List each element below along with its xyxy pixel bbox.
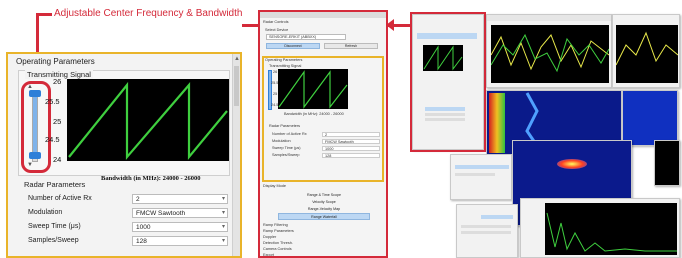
device-select[interactable]: SENSORE-ERKIT (ABBXX) [266, 34, 346, 40]
slider-range-fill [33, 97, 37, 152]
device-value: SENSORE-ERKIT (ABBXX) [269, 35, 317, 39]
range-waterfall-button[interactable]: Range Waterfall [278, 213, 370, 220]
connector-line [242, 24, 258, 27]
slider-lower-handle[interactable] [29, 152, 41, 159]
mini-samples-select[interactable]: 128 [322, 153, 380, 158]
select-device-label: Select Device [265, 28, 289, 32]
param-name: Modulation [28, 209, 63, 216]
param-value: 128 [136, 238, 147, 245]
chevron-down-icon: ▾ [221, 224, 225, 230]
mini-sawtooth-waveform [278, 70, 348, 109]
section-export[interactable]: Export [263, 253, 274, 256]
disconnect-button[interactable]: Disconnect [266, 43, 320, 49]
operating-parameters-title: Operating Parameters [16, 57, 95, 66]
param-name: Sweep Time (μs) [28, 223, 81, 230]
signal-plot: 26 25.5 25 24.5 24 Bandwidth (in MHz): 2… [45, 77, 229, 182]
secondary-scope-window [612, 14, 680, 88]
mini-param-name: Modulation [272, 139, 291, 143]
mini-param-value: 2 [325, 133, 328, 137]
section-doppler[interactable]: Doppler [263, 235, 276, 239]
param-row-sweep-time: Sweep Time (μs) 1000 ▾ [28, 222, 228, 233]
heatmap-window [622, 90, 678, 146]
sweep-time-select[interactable]: 1000 ▾ [132, 222, 228, 232]
display-mode-heading: Display Mode [263, 184, 287, 188]
modulation-select[interactable]: FMCW Sawtooth ▾ [132, 208, 228, 218]
mini-param-name: Samples/Sweep [272, 153, 300, 157]
annotation-line-horizontal [38, 13, 52, 16]
param-row-active-rx: Number of Active Rx 2 ▾ [28, 194, 228, 205]
mini-param-value: 1000 [325, 147, 334, 151]
param-row-samples: Samples/Sweep 128 ▾ [28, 236, 228, 247]
param-value: 2 [136, 196, 140, 203]
active-rx-select[interactable]: 2 ▾ [132, 194, 228, 204]
mini-sawtooth-plot [278, 69, 348, 109]
transmitting-signal-group: Transmitting Signal ▲ ▼ 26 25.5 25 24.5 … [18, 70, 230, 182]
scroll-thumb[interactable] [234, 66, 239, 106]
mini-param-value: FMCW Sawtooth [325, 140, 354, 144]
settings-dialog-small [450, 154, 512, 200]
param-name: Number of Active Rx [28, 195, 92, 202]
mini-modulation-select[interactable]: FMCW Sawtooth [322, 139, 380, 144]
mini-sweep-select[interactable]: 1000 [322, 146, 380, 151]
sawtooth-waveform [68, 81, 228, 161]
chevron-down-icon: ▾ [221, 238, 225, 244]
annotation-text: Adjustable Center Frequency & Bandwidth [54, 8, 243, 19]
scroll-up-icon[interactable]: ▲ [234, 56, 240, 62]
scope-window-corner [654, 140, 680, 186]
slider-down-icon[interactable]: ▼ [27, 162, 33, 168]
radar-controls-panel: Radar Controls Select Device SENSORE-ERK… [258, 10, 388, 258]
param-row-modulation: Modulation FMCW Sawtooth ▾ [28, 208, 228, 219]
range-time-scope-window [486, 14, 612, 88]
param-value: 1000 [136, 224, 151, 231]
y-tick-label: 24 [53, 155, 62, 164]
spectrum-window [520, 198, 680, 258]
connector-arrow-icon [386, 19, 394, 31]
mini-y-tick: 26 [273, 70, 278, 74]
mini-radar-params-heading: Radar Parameters [269, 124, 301, 128]
sawtooth-plot-area [67, 79, 229, 161]
chevron-down-icon: ▾ [221, 210, 225, 216]
y-tick-label: 25.5 [45, 97, 60, 106]
section-ramp-filtering[interactable]: Ramp Filtering [263, 223, 288, 227]
mid-titlebar [260, 12, 386, 18]
section-ramp-parameters[interactable]: Ramp Parameters [263, 229, 294, 233]
mini-y-tick: 25 [273, 92, 278, 96]
velocity-scope-button[interactable]: Velocity Scope [278, 199, 370, 206]
mini-param-name: Number of Active Rx [272, 132, 307, 136]
radar-controls-heading: Radar Controls [263, 20, 289, 24]
export-dialog [456, 204, 518, 258]
range-time-scope-button[interactable]: Range & Time Scope [278, 192, 370, 199]
range-velocity-map-button[interactable]: Range-Velocity Map [278, 206, 370, 213]
samples-sweep-select[interactable]: 128 ▾ [132, 236, 228, 246]
param-value: FMCW Sawtooth [136, 210, 186, 217]
refresh-button[interactable]: Refresh [324, 43, 378, 49]
radar-parameters-label: Radar Parameters [24, 180, 86, 189]
panel-scrollbar[interactable]: ▲ [232, 54, 240, 256]
transmitting-signal-heading: Transmitting Signal [269, 64, 302, 68]
chevron-down-icon: ▾ [221, 196, 225, 202]
mini-active-rx-select[interactable]: 2 [322, 132, 380, 137]
slider-upper-handle[interactable] [29, 90, 41, 97]
y-tick-label: 25 [53, 117, 62, 126]
frequency-range-slider[interactable]: ▲ ▼ [21, 81, 51, 173]
operating-parameters-zoom: Operating Parameters ▲ Transmitting Sign… [6, 52, 242, 258]
param-name: Samples/Sweep [28, 237, 79, 244]
radar-parameters-group: Radar Parameters Number of Active Rx 2 ▾ … [18, 180, 230, 256]
mini-bandwidth-label: Bandwidth (in MHz): 24000 - 26000 [284, 112, 344, 116]
section-camera[interactable]: Camera Controls [263, 247, 292, 251]
thumbnail-highlight [410, 12, 486, 152]
mini-param-value: 128 [325, 154, 332, 158]
y-tick-label: 26 [53, 77, 62, 86]
mini-param-name: Sweep Time (μs) [272, 146, 301, 150]
operating-parameters-heading: Operating Parameters [265, 58, 303, 62]
section-detection[interactable]: Detection Thresh. [263, 241, 293, 245]
y-tick-label: 24.5 [45, 135, 60, 144]
composite-screenshot: Adjustable Center Frequency & Bandwidth … [0, 0, 682, 258]
